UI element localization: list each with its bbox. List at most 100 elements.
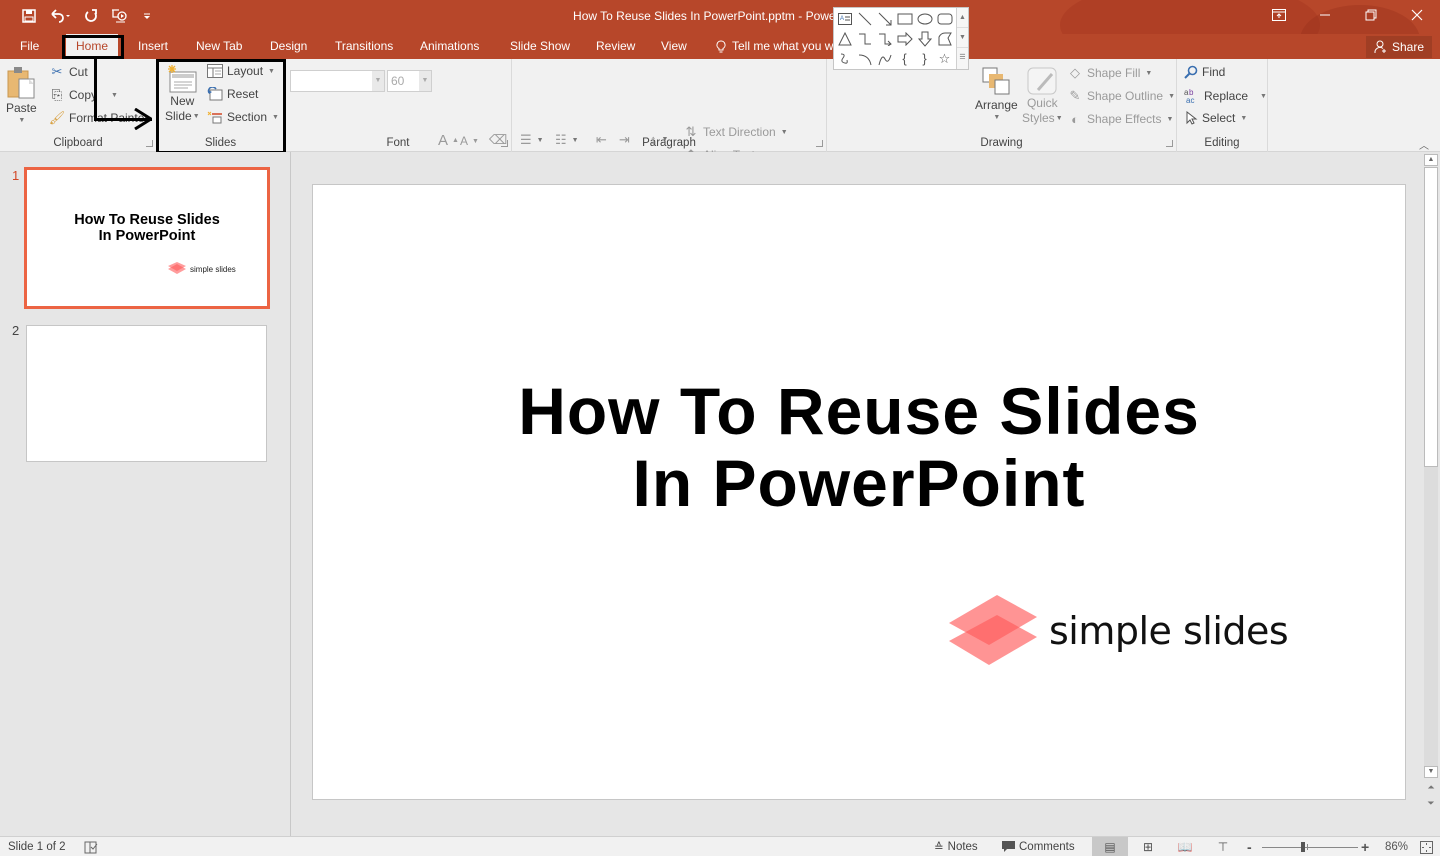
previous-slide-button[interactable]: ⏶ (1424, 782, 1438, 793)
zoom-out-button[interactable]: - (1247, 837, 1252, 856)
comments-button[interactable]: Comments (1002, 837, 1075, 856)
shrink-font-button[interactable]: A ▼ (460, 134, 479, 148)
gallery-scroll[interactable]: ▲ ▼ ☰ (956, 8, 968, 69)
normal-view-button[interactable]: ▤ (1092, 837, 1128, 856)
zoom-in-button[interactable]: + (1361, 837, 1369, 856)
rounded-rectangle-shape-icon[interactable] (935, 9, 954, 28)
slide-show-view-button[interactable]: ⊤ (1205, 837, 1241, 856)
slide-thumbnail-1[interactable]: How To Reuse Slides In PowerPoint simple… (24, 167, 270, 309)
scribble-shape-icon[interactable] (835, 49, 854, 68)
paragraph-dialog-launcher[interactable] (816, 140, 823, 147)
right-brace-shape-icon[interactable]: } (915, 49, 934, 68)
slide-title[interactable]: How To Reuse Slides In PowerPoint (313, 375, 1405, 519)
tab-file[interactable]: File (12, 34, 47, 59)
tab-view[interactable]: View (653, 34, 695, 59)
gallery-down-icon[interactable]: ▼ (957, 28, 968, 48)
find-button[interactable]: Find (1184, 65, 1225, 79)
slide-title-line2: In PowerPoint (632, 446, 1086, 520)
clipboard-dialog-launcher[interactable] (146, 140, 153, 147)
tab-slide-show[interactable]: Slide Show (502, 34, 578, 59)
status-bar: Slide 1 of 2 ≙ Notes Comments ▤ ⊞ 📖 ⊤ - … (0, 836, 1440, 856)
vertical-scrollbar[interactable]: ▲ ▼ ⏶ ⏷ (1422, 152, 1440, 836)
elbow-arrow-shape-icon[interactable] (875, 29, 894, 48)
notes-button[interactable]: ≙ Notes (934, 837, 978, 856)
reading-view-icon: 📖 (1177, 840, 1193, 854)
spell-check-button[interactable] (84, 837, 98, 856)
decrease-indent-button[interactable]: ⇤ (596, 132, 607, 148)
scroll-down-button[interactable]: ▼ (1424, 766, 1438, 778)
text-box-shape-icon[interactable]: A (835, 9, 854, 28)
slide-canvas[interactable]: How To Reuse Slides In PowerPoint simple… (312, 184, 1406, 800)
text-direction-button[interactable]: ⇅ Text Direction ▼ (683, 124, 788, 140)
rectangle-shape-icon[interactable] (895, 9, 914, 28)
elbow-connector-shape-icon[interactable] (855, 29, 874, 48)
shapes-gallery[interactable]: A { } ☆ ▲ ▼ ☰ (833, 7, 969, 70)
scroll-up-button[interactable]: ▲ (1424, 154, 1438, 166)
curve-shape-icon[interactable] (875, 49, 894, 68)
minimize-button[interactable] (1302, 0, 1348, 30)
shape-outline-button[interactable]: ✎ Shape Outline ▼ (1067, 88, 1175, 104)
paste-button[interactable]: Paste ▼ (6, 65, 37, 124)
reading-view-button[interactable]: 📖 (1167, 837, 1203, 856)
gallery-more-icon[interactable]: ☰ (957, 48, 968, 68)
cut-button[interactable]: ✂ Cut (49, 64, 88, 80)
tab-design[interactable]: Design (262, 34, 315, 59)
font-size-value: 60 (391, 74, 405, 88)
slide-thumbnail-pane: 1 How To Reuse Slides In PowerPoint simp… (0, 152, 291, 836)
arrange-button[interactable]: Arrange ▼ (975, 66, 1018, 121)
tab-animations[interactable]: Animations (412, 34, 487, 59)
close-button[interactable] (1394, 0, 1440, 30)
shape-outline-label: Shape Outline (1087, 89, 1164, 103)
collapse-ribbon-button[interactable]: ︿ (1419, 137, 1429, 152)
scroll-thumb[interactable] (1424, 167, 1438, 467)
grow-font-button[interactable]: A ▲ (438, 132, 459, 149)
tab-transitions[interactable]: Transitions (327, 34, 401, 59)
zoom-percent[interactable]: 86% (1385, 837, 1408, 856)
clear-formatting-button[interactable]: ⌫ (489, 132, 507, 148)
restore-button[interactable] (1348, 0, 1394, 30)
down-arrow-shape-icon[interactable] (915, 29, 934, 48)
slide-thumbnail-2[interactable] (26, 325, 267, 462)
shape-fill-button[interactable]: ◇ Shape Fill ▼ (1067, 65, 1152, 81)
increase-indent-button[interactable]: ⇥ (619, 132, 630, 148)
oval-shape-icon[interactable] (915, 9, 934, 28)
bullets-button[interactable]: ☰ ▼ (520, 132, 544, 148)
arrow-line-shape-icon[interactable] (875, 9, 894, 28)
right-arrow-shape-icon[interactable] (895, 29, 914, 48)
font-size-input[interactable]: 60 ▼ (387, 70, 432, 92)
shape-effects-button[interactable]: ◐ Shape Effects ▼ (1067, 111, 1173, 127)
share-button[interactable]: Share (1365, 36, 1432, 58)
quick-styles-button[interactable]: Quick Styles ▼ (1022, 66, 1063, 126)
freeform-shape-icon[interactable] (935, 29, 954, 48)
ribbon-display-options-button[interactable] (1256, 0, 1302, 30)
thumbnail-logo-text: simple slides (190, 264, 236, 274)
chevron-down-icon[interactable]: ▼ (419, 71, 431, 91)
tab-new-tab[interactable]: New Tab (188, 34, 250, 59)
numbering-button[interactable]: ☷ ▼ (555, 132, 579, 148)
star-shape-icon[interactable]: ☆ (935, 49, 954, 68)
next-slide-button[interactable]: ⏷ (1424, 798, 1438, 809)
triangle-shape-icon[interactable] (835, 29, 854, 48)
simple-slides-logo[interactable]: simple slides (949, 595, 1289, 667)
zoom-slider-handle[interactable] (1300, 842, 1305, 852)
line-shape-icon[interactable] (855, 9, 874, 28)
thumbnail-number: 2 (12, 323, 20, 338)
chevron-down-icon[interactable]: ▼ (372, 71, 384, 91)
tab-review[interactable]: Review (588, 34, 643, 59)
grow-font-icon: A (438, 132, 449, 149)
gallery-up-icon[interactable]: ▲ (957, 8, 968, 28)
numbering-icon: ☷ (555, 132, 567, 147)
tab-insert[interactable]: Insert (130, 34, 176, 59)
line-spacing-button[interactable]: ↕ ▼ (650, 132, 668, 147)
annotation-highlight-home (62, 35, 124, 59)
font-name-input[interactable]: ▼ (290, 70, 385, 92)
select-button[interactable]: Select ▼ (1184, 111, 1247, 125)
zoom-slider-track[interactable] (1262, 847, 1358, 848)
slide-sorter-view-button[interactable]: ⊞ (1130, 837, 1166, 856)
left-brace-shape-icon[interactable]: { (895, 49, 914, 68)
fit-to-window-button[interactable] (1420, 837, 1433, 856)
replace-button[interactable]: a b ac Replace ▼ (1184, 88, 1267, 104)
copy-button[interactable]: ⎘ Copy ▼ (49, 87, 118, 103)
drawing-dialog-launcher[interactable] (1166, 140, 1173, 147)
arc-shape-icon[interactable] (855, 49, 874, 68)
